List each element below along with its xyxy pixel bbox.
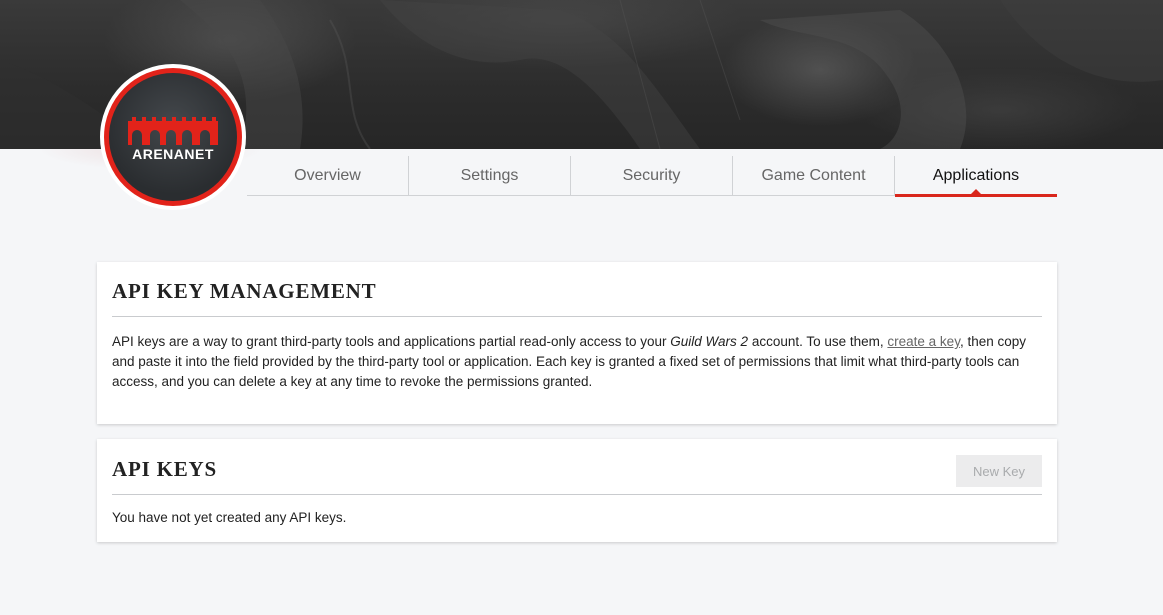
tab-settings[interactable]: Settings	[409, 156, 571, 195]
tab-security[interactable]: Security	[571, 156, 733, 195]
desc-text: API keys are a way to grant third-party …	[112, 334, 671, 349]
divider	[112, 494, 1042, 495]
arenanet-logo: ARENANET	[100, 64, 246, 210]
empty-message: You have not yet created any API keys.	[112, 510, 347, 525]
create-key-link[interactable]: create a key	[887, 334, 960, 349]
desc-text: account. To use them,	[748, 334, 888, 349]
panel-title: API KEYS	[112, 457, 218, 481]
tab-applications[interactable]: Applications	[895, 156, 1057, 197]
api-description: API keys are a way to grant third-party …	[112, 332, 1042, 392]
game-name: Guild Wars 2	[670, 334, 749, 349]
api-keys-panel: API KEYS New Key You have not yet create…	[97, 439, 1057, 542]
panel-title: API KEY MANAGEMENT	[112, 279, 377, 303]
colosseum-icon	[128, 117, 218, 145]
new-key-button[interactable]: New Key	[956, 455, 1042, 487]
tab-game-content[interactable]: Game Content	[733, 156, 895, 195]
account-tabs: Overview Settings Security Game Content …	[247, 156, 1057, 197]
api-key-management-panel: API KEY MANAGEMENT API keys are a way to…	[97, 262, 1057, 424]
tab-overview[interactable]: Overview	[247, 156, 409, 195]
divider	[112, 316, 1042, 317]
logo-text: ARENANET	[132, 146, 214, 162]
